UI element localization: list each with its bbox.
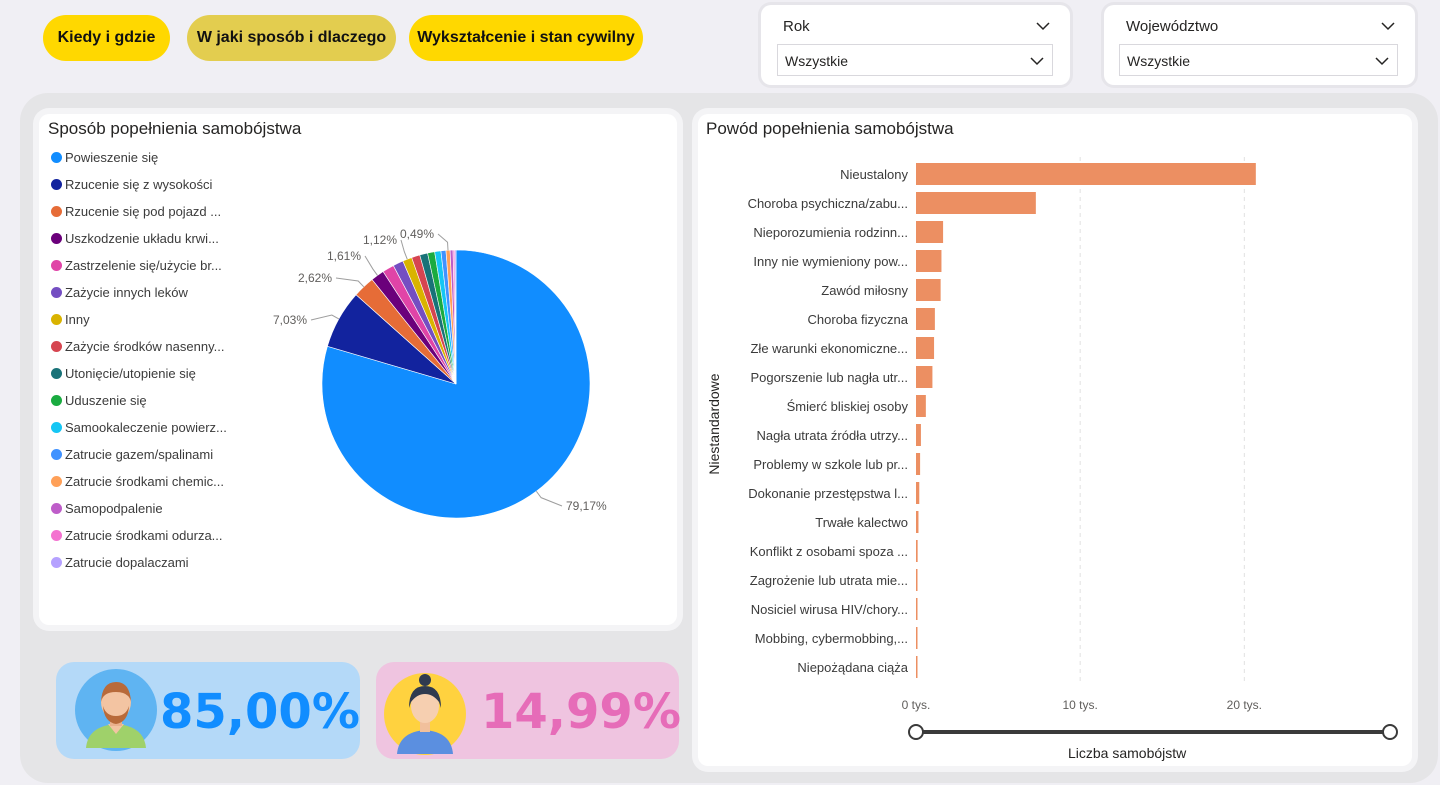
voivodeship-dropdown-value: Wszystkie xyxy=(1127,53,1190,69)
bar[interactable] xyxy=(916,656,918,678)
bar-category-label: Śmierć bliskiej osoby xyxy=(786,399,908,414)
bar[interactable] xyxy=(916,279,941,301)
male-avatar-icon xyxy=(75,669,157,751)
bar[interactable] xyxy=(916,337,935,359)
method-pie-chart: 79,17% 7,03% 2,62% 1,61%1,12% 0,49% xyxy=(273,227,607,519)
male-kpi-card: 85,00% xyxy=(56,662,360,759)
bar-category-label: Nosiciel wirusa HIV/chory... xyxy=(750,602,908,617)
chevron-down-icon[interactable] xyxy=(1036,19,1050,33)
bar[interactable] xyxy=(916,627,918,649)
bar-category-label: Inny nie wymieniony pow... xyxy=(753,254,908,269)
bar[interactable] xyxy=(916,424,921,446)
bar[interactable] xyxy=(916,511,919,533)
pie-data-label: 1,12% xyxy=(363,233,397,247)
bar-category-label: Konflikt z osobami spoza ... xyxy=(749,544,908,559)
bar[interactable] xyxy=(916,598,918,620)
pie-leader-line xyxy=(310,314,340,321)
pie-leader-line xyxy=(400,239,408,260)
bar-category-label: Choroba psychiczna/zabu... xyxy=(747,196,908,211)
bar-category-label: Problemy w szkole lub pr... xyxy=(753,457,908,472)
bar-category-label: Pogorszenie lub nagła utr... xyxy=(750,370,908,385)
bar-category-label: Nieustalony xyxy=(840,167,908,182)
bar[interactable] xyxy=(916,366,933,388)
chevron-down-icon[interactable] xyxy=(1381,19,1395,33)
x-tick-label: 20 tys. xyxy=(1227,698,1262,712)
zoom-slider-handle-left[interactable] xyxy=(908,724,924,740)
bar[interactable] xyxy=(916,540,918,562)
bar[interactable] xyxy=(916,221,944,243)
bar[interactable] xyxy=(916,192,1036,214)
pie-data-label: 0,49% xyxy=(400,227,434,241)
pie-leader-line xyxy=(364,255,378,276)
bar[interactable] xyxy=(916,482,920,504)
voivodeship-slicer-title: Województwo xyxy=(1126,18,1219,35)
method-pie-card: Sposób popełnienia samobójstwa Powieszen… xyxy=(39,114,677,625)
reason-bar-card: Powód popełnienia samobójstwa Niestandar… xyxy=(698,114,1412,766)
chevron-down-icon xyxy=(1030,57,1044,66)
pie-data-label: 1,61% xyxy=(327,249,361,263)
bar-category-label: Nagła utrata źródła utrzy... xyxy=(756,428,909,443)
male-percentage: 85,00% xyxy=(160,684,360,740)
pie-data-label: 7,03% xyxy=(273,313,307,327)
female-percentage: 14,99% xyxy=(481,684,681,740)
bar-category-label: Choroba fizyczna xyxy=(807,312,908,327)
pie-leader-line xyxy=(535,490,563,507)
x-tick-label: 10 tys. xyxy=(1062,698,1097,712)
bar-category-label: Dokonanie przestępstwa l... xyxy=(748,486,908,501)
x-axis-title: Liczba samobójstw xyxy=(1068,745,1187,761)
zoom-slider-handle-right[interactable] xyxy=(1382,724,1398,740)
bar-category-label: Trwałe kalectwo xyxy=(815,515,908,530)
year-dropdown[interactable]: Wszystkie xyxy=(777,44,1053,76)
bar[interactable] xyxy=(916,395,926,417)
bar-category-label: Nieporozumienia rodzinn... xyxy=(753,225,908,240)
nav-button-education-marital[interactable]: Wykształcenie i stan cywilny xyxy=(409,15,643,61)
chevron-down-icon xyxy=(1375,57,1389,66)
year-slicer: Rok Wszystkie xyxy=(761,5,1070,85)
bar-category-label: Mobbing, cybermobbing,... xyxy=(754,631,908,646)
bar[interactable] xyxy=(916,308,935,330)
bar-category-label: Zagrożenie lub utrata mie... xyxy=(749,573,908,588)
bar-category-labels: Nieustalony Choroba psychiczna/zabu... Nie… xyxy=(698,114,908,714)
nav-button-how-why[interactable]: W jaki sposób i dlaczego xyxy=(187,15,396,61)
pie-data-label: 79,17% xyxy=(566,499,607,513)
bar[interactable] xyxy=(916,250,942,272)
bar-category-label: Złe warunki ekonomiczne... xyxy=(750,341,908,356)
year-slicer-title: Rok xyxy=(783,18,810,35)
pie-leader-line xyxy=(335,277,365,288)
year-dropdown-value: Wszystkie xyxy=(785,53,848,69)
pie-leader-line xyxy=(437,233,449,251)
bar[interactable] xyxy=(916,453,921,475)
bar-category-label: Niepożądana ciąża xyxy=(797,660,908,675)
pie-data-label: 2,62% xyxy=(298,271,332,285)
female-avatar-icon xyxy=(384,673,466,755)
voivodeship-slicer: Województwo Wszystkie xyxy=(1104,5,1415,85)
bar[interactable] xyxy=(916,163,1256,185)
female-kpi-card: 14,99% xyxy=(376,662,681,759)
nav-button-when-where[interactable]: Kiedy i gdzie xyxy=(43,15,170,61)
voivodeship-dropdown[interactable]: Wszystkie xyxy=(1119,44,1398,76)
bar[interactable] xyxy=(916,569,918,591)
bar-category-label: Zawód miłosny xyxy=(821,283,908,298)
